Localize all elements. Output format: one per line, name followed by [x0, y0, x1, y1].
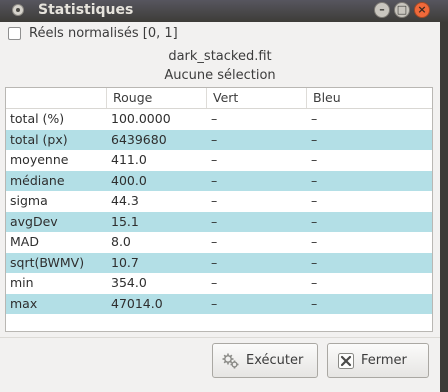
title-bar[interactable]: Statistiques – □ ×	[0, 0, 448, 22]
bleu-value: –	[311, 111, 318, 126]
table-row[interactable]: moyenne 411.0 – –	[6, 150, 432, 171]
maximize-button[interactable]: □	[394, 2, 410, 18]
rouge-value: 10.7	[111, 254, 139, 270]
stat-name: avgDev	[10, 213, 58, 229]
stat-name: médiane	[10, 172, 65, 188]
vert-value: –	[211, 275, 218, 290]
table-row[interactable]: max 47014.0 – –	[6, 293, 432, 314]
close-label: Fermer	[361, 353, 407, 368]
bleu-value: –	[311, 234, 318, 249]
normalized-checkbox[interactable]	[8, 27, 21, 40]
rouge-value: 6439680	[111, 131, 167, 147]
filename-label: dark_stacked.fit	[168, 49, 272, 64]
close-window-button[interactable]: ×	[414, 2, 430, 18]
vert-value: –	[211, 295, 218, 311]
selection-label: Aucune sélection	[164, 68, 276, 83]
table-row[interactable]: sigma 44.3 – –	[6, 191, 432, 212]
bleu-value: –	[311, 152, 318, 167]
rouge-value: 8.0	[111, 234, 131, 249]
table-row[interactable]: min 354.0 – –	[6, 273, 432, 294]
statistics-table[interactable]: Rouge Vert Bleu total (%) 100.0000 – – t…	[5, 87, 433, 332]
bleu-value: –	[311, 213, 318, 229]
stat-name: moyenne	[10, 152, 69, 167]
gears-icon	[222, 353, 239, 369]
stat-name: min	[10, 275, 34, 290]
bleu-value: –	[311, 193, 318, 208]
vert-value: –	[211, 213, 218, 229]
vert-value: –	[211, 193, 218, 208]
table-row[interactable]: total (px) 6439680 – –	[6, 129, 432, 150]
vert-value: –	[211, 234, 218, 249]
table-row[interactable]: sqrt(BWMV) 10.7 – –	[6, 252, 432, 273]
stat-name: MAD	[10, 234, 39, 249]
column-header-rouge[interactable]: Rouge	[106, 88, 206, 108]
rouge-value: 411.0	[111, 152, 147, 167]
bleu-value: –	[311, 275, 318, 290]
execute-button[interactable]: Exécuter	[212, 343, 318, 378]
table-row[interactable]: avgDev 15.1 – –	[6, 211, 432, 232]
rouge-value: 15.1	[111, 213, 139, 229]
bleu-value: –	[311, 295, 318, 311]
vert-value: –	[211, 131, 218, 147]
window-title: Statistiques	[38, 2, 134, 18]
vert-value: –	[211, 152, 218, 167]
window-menu-icon[interactable]	[12, 4, 24, 16]
minimize-button[interactable]: –	[374, 2, 390, 18]
normalized-label[interactable]: Réels normalisés [0, 1]	[29, 26, 178, 41]
table-header: Rouge Vert Bleu	[6, 88, 432, 109]
vert-value: –	[211, 111, 218, 126]
vert-value: –	[211, 172, 218, 188]
rouge-value: 354.0	[111, 275, 147, 290]
table-row[interactable]: MAD 8.0 – –	[6, 232, 432, 253]
x-icon	[338, 353, 354, 369]
bleu-value: –	[311, 131, 318, 147]
window-border	[440, 22, 448, 392]
bleu-value: –	[311, 254, 318, 270]
column-header-vert[interactable]: Vert	[206, 88, 306, 108]
rouge-value: 100.0000	[111, 111, 171, 126]
close-button[interactable]: Fermer	[327, 343, 429, 378]
stat-name: total (px)	[10, 131, 68, 147]
rouge-value: 400.0	[111, 172, 147, 188]
table-row[interactable]: médiane 400.0 – –	[6, 170, 432, 191]
rouge-value: 47014.0	[111, 295, 163, 311]
vert-value: –	[211, 254, 218, 270]
execute-label: Exécuter	[246, 353, 304, 368]
column-header-bleu[interactable]: Bleu	[306, 88, 432, 108]
stat-name: total (%)	[10, 111, 65, 126]
bleu-value: –	[311, 172, 318, 188]
table-row[interactable]: total (%) 100.0000 – –	[6, 109, 432, 130]
stat-name: sqrt(BWMV)	[10, 254, 85, 270]
stat-name: max	[10, 295, 38, 311]
statistics-window: Statistiques – □ × Réels normalisés [0, …	[0, 0, 448, 392]
stat-name: sigma	[10, 193, 48, 208]
divider	[0, 337, 440, 338]
rouge-value: 44.3	[111, 193, 139, 208]
column-header-name[interactable]	[6, 88, 106, 108]
